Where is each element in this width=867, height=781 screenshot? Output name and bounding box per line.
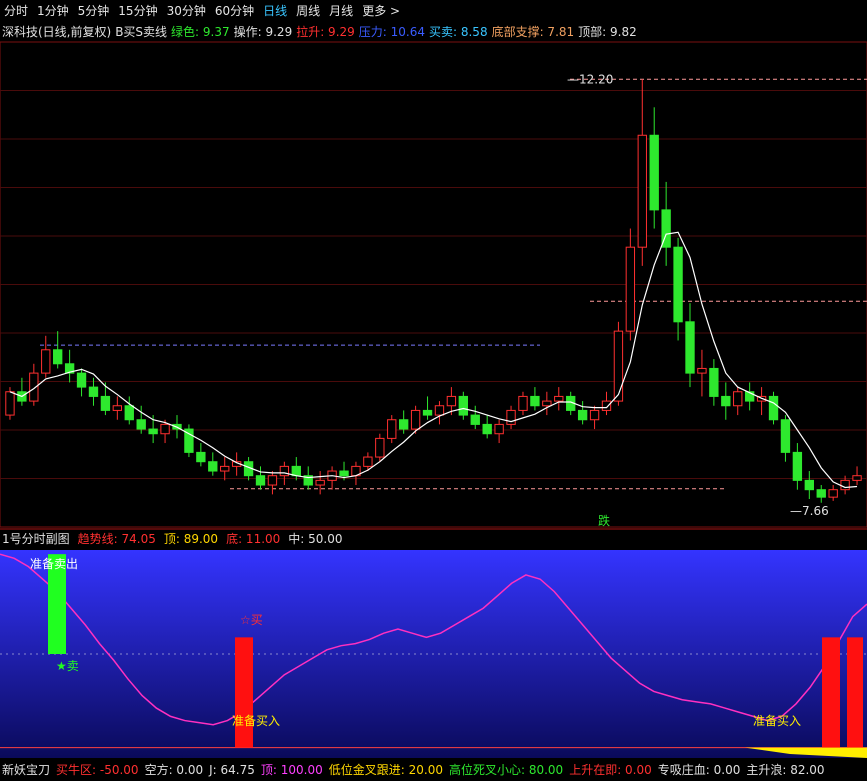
candle-body: [577, 409, 588, 421]
bottom-field-2: 空方: 0.00: [144, 763, 204, 777]
candle-body: [291, 465, 301, 477]
candle-body: [852, 475, 862, 481]
candle-body: [41, 349, 51, 374]
buy-label: ☆买: [240, 613, 263, 627]
candle-body: [697, 367, 707, 374]
buy-bar-3: [847, 637, 863, 748]
candle-body: [196, 451, 206, 463]
candle-body: [554, 395, 564, 402]
candle-body: [804, 479, 814, 491]
candle-body: [780, 419, 791, 453]
candle-body: [530, 395, 540, 407]
bottom-field-0: 新妖宝刀: [2, 763, 51, 777]
candle-body: [673, 246, 683, 323]
fall-label: 跌: [598, 513, 610, 528]
candle-body: [220, 465, 230, 472]
candle-body: [100, 395, 111, 411]
sub-field-3: 中: 50.00: [288, 532, 343, 546]
bottom-indicator-info: 新妖宝刀 买牛区: -50.00 空方: 0.00 J: 64.75 顶: 100.00…: [0, 760, 831, 781]
sub-chart-info: 1号分时副图 趋势线: 74.05 顶: 89.00 底: 11.00 中: 50.00: [0, 530, 351, 548]
bottom-field-4: 顶: 100.00: [260, 763, 323, 777]
candle-body: [410, 409, 421, 430]
candle-body: [339, 470, 349, 477]
candle-body: [542, 400, 552, 407]
candle-body: [589, 409, 600, 421]
candle-body: [625, 246, 636, 332]
candle-body: [733, 391, 743, 407]
candle-body: [124, 405, 134, 421]
candle-body: [840, 479, 850, 491]
bottom-field-1: 买牛区: -50.00: [56, 763, 139, 777]
candle-body: [112, 405, 123, 411]
buy-bar-2: [822, 637, 840, 748]
candle-body: [387, 419, 397, 439]
sub-field-2: 底: 11.00: [226, 532, 281, 546]
candle-body: [375, 437, 385, 458]
candle-body: [160, 423, 170, 435]
candle-body: [148, 428, 158, 435]
candle-body: [279, 465, 290, 477]
candle-body: [709, 367, 719, 397]
candle-body: [315, 479, 325, 486]
candle-body: [792, 451, 803, 481]
sub-field-0: 趋势线: 74.05: [77, 532, 156, 546]
sub-chart-title: 1号分时副图: [2, 532, 70, 546]
candle-body: [637, 134, 647, 248]
candle-body: [434, 405, 445, 416]
candle-body: [685, 321, 695, 374]
bottom-field-8: 专吸庄血: 0.00: [657, 763, 741, 777]
candle-body: [88, 386, 99, 397]
buy-ready-label: 准备买入: [232, 714, 280, 728]
candle-body: [267, 475, 278, 486]
buy-bar: [235, 637, 253, 748]
high-label: —12.20: [567, 72, 613, 86]
bottom-field-7: 上升在即: 0.00: [569, 763, 652, 777]
candle-body: [613, 330, 624, 402]
sell-label: ★卖: [56, 659, 79, 673]
candle-body: [601, 400, 612, 411]
sell-ready-label: 准备卖出: [30, 557, 78, 571]
candle-body: [5, 391, 15, 416]
candle-body: [470, 414, 480, 425]
candle-body: [816, 489, 826, 498]
chart-canvas: —12.20 —7.66 跌准备卖出 ★卖准备买入 ☆买准备买入: [0, 41, 867, 758]
candle-body: [422, 409, 433, 416]
candle-body: [649, 134, 659, 211]
candle-body: [398, 419, 409, 430]
bottom-field-5: 低位金叉跟进: 20.00: [328, 763, 443, 777]
candle-body: [518, 395, 528, 411]
candle-body: [482, 423, 492, 435]
low-label: —7.66: [790, 504, 829, 518]
candle-body: [363, 456, 373, 467]
candle-body: [208, 461, 218, 472]
candle-body: [136, 419, 146, 430]
candle-body: [76, 372, 87, 388]
candle-body: [29, 372, 39, 402]
candle-body: [768, 395, 779, 421]
bottom-field-9: 主升浪: 82.00: [746, 763, 825, 777]
candle-body: [255, 475, 266, 486]
candle-body: [506, 409, 516, 425]
candle-body: [458, 395, 469, 416]
bottom-field-3: J: 64.75: [209, 763, 255, 777]
buy-ready-label-2: 准备买入: [753, 714, 801, 728]
candle-body: [494, 423, 504, 435]
candle-body: [828, 489, 838, 498]
candle-body: [53, 349, 63, 365]
candle-body: [446, 395, 457, 407]
bottom-field-6: 高位死叉小心: 80.00: [448, 763, 564, 777]
sub-field-1: 顶: 89.00: [163, 532, 219, 546]
candle-body: [721, 395, 731, 407]
